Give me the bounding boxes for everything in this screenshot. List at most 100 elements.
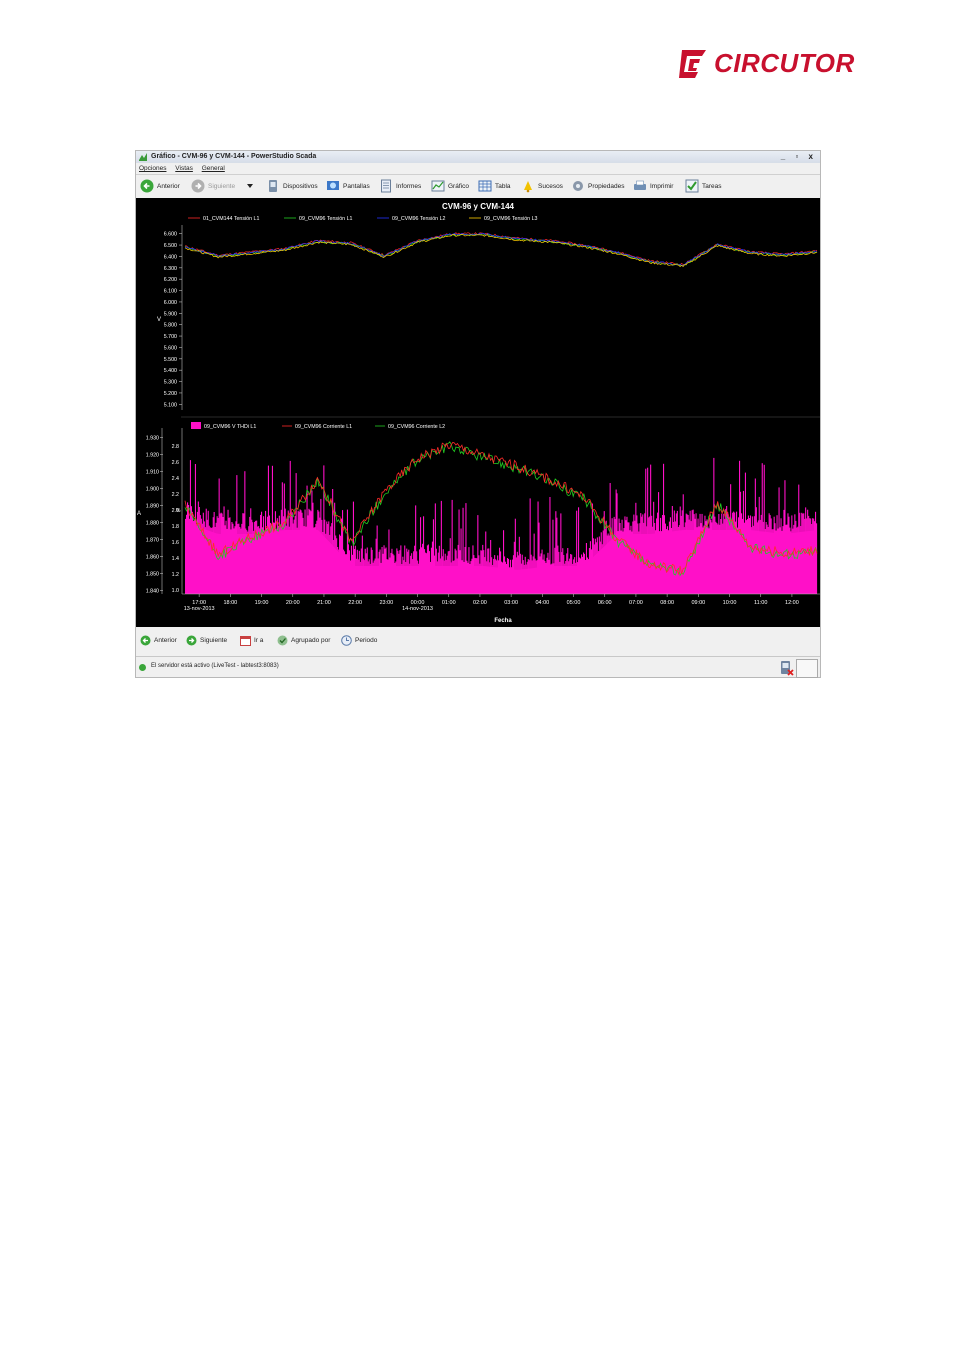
minimize-button[interactable]: _	[781, 152, 789, 161]
disconnect-icon[interactable]	[778, 659, 794, 676]
time-x-axis: 17:00 18:00 19:00 20:00 21:00 22:00 23:00 00:00…	[184, 594, 799, 612]
x-tick-label: 22:00	[348, 600, 362, 606]
thd-y-label: %	[176, 508, 181, 514]
back-arrow-icon	[140, 179, 154, 193]
thd-y-tick-label: 2.2	[172, 492, 179, 498]
properties-button[interactable]: Propiedades	[571, 178, 625, 194]
legend-entry-label: 09_CVM96 Corriente L2	[388, 424, 445, 430]
voltage-y-tick-label: 6.400	[164, 254, 177, 260]
status-panel	[796, 659, 818, 678]
thd-y-tick-label: 2.8	[172, 444, 179, 450]
legend-bottom: 09_CVM96 V THDi L1 09_CVM96 Corriente L1 0…	[191, 422, 445, 430]
screens-label: Pantallas	[343, 182, 370, 190]
voltage-y-tick-label: 5.800	[164, 323, 177, 329]
devices-label: Dispositivos	[283, 182, 318, 190]
next-button[interactable]: Siguiente	[191, 178, 235, 194]
chart-button[interactable]: Gráfico	[431, 178, 469, 194]
thd-y-tick-label: 2.6	[172, 460, 179, 466]
nav-dropdown-button[interactable]	[246, 178, 254, 194]
app-icon	[139, 153, 147, 161]
circutor-logo-text: CIRCUTOR	[714, 48, 855, 78]
x-tick-label: 05:00	[567, 600, 581, 606]
voltage-y-tick-label: 6.100	[164, 289, 177, 295]
current-y-tick-label: 1.900	[146, 486, 159, 492]
x-tick-label: 20:00	[286, 600, 300, 606]
menu-general[interactable]: General	[202, 165, 225, 172]
goto-button[interactable]: Ir a	[240, 635, 263, 646]
screens-button[interactable]: Pantallas	[326, 178, 370, 194]
voltage-y-tick-label: 5.100	[164, 402, 177, 408]
window-title: Gráfico - CVM-96 y CVM-144 - PowerStudio…	[151, 153, 317, 160]
legend-entry-label: 09_CVM96 Tensión L1	[299, 216, 353, 222]
thd-y-tick-label: 1.2	[172, 572, 179, 578]
current-y-tick-label: 1.870	[146, 538, 159, 544]
thd-y-tick-label: 1.6	[172, 540, 179, 546]
thd-y-tick-label: 2.4	[172, 476, 179, 482]
gear-icon	[573, 181, 583, 191]
voltage-y-tick-label: 6.200	[164, 277, 177, 283]
report-icon	[381, 179, 391, 193]
table-button[interactable]: Tabla	[478, 178, 511, 194]
title-bar: Gráfico - CVM-96 y CVM-144 - PowerStudio…	[136, 151, 820, 163]
current-y-label: A	[137, 511, 141, 517]
goto-label: Ir a	[254, 637, 264, 644]
circutor-logo-mark	[679, 50, 706, 78]
x-date-label: 14-nov-2013	[402, 606, 433, 612]
events-button[interactable]: Sucesos	[521, 178, 563, 194]
menu-vistas[interactable]: Vistas	[175, 165, 193, 172]
bottom-back-button[interactable]: Anterior	[140, 635, 177, 646]
legend-entry-label: 09_CVM96 Tensión L3	[484, 216, 538, 222]
table-label: Tabla	[495, 182, 511, 190]
device-icon	[269, 180, 277, 192]
devices-button[interactable]: Dispositivos	[266, 178, 318, 194]
x-date-label: 13-nov-2013	[184, 606, 215, 612]
x-tick-label: 11:00	[754, 600, 767, 606]
calendar-icon	[240, 636, 251, 646]
chart-area: CVM-96 y CVM-144 01_CVM144 Tensión L1 09_…	[136, 198, 820, 627]
reports-button[interactable]: Informes	[379, 178, 421, 194]
close-button[interactable]: x	[809, 152, 817, 161]
voltage-axes: 6.600 6.500 6.400 6.300 6.200 6.100 6.000 5.900…	[164, 225, 183, 410]
voltage-y-tick-label: 5.600	[164, 345, 177, 351]
current-y-tick-label: 1.910	[146, 469, 159, 475]
legend-swatch	[191, 422, 201, 429]
voltage-y-label: V	[157, 317, 161, 323]
bottom-back-label: Anterior	[154, 637, 177, 644]
print-button[interactable]: Imprimir	[633, 178, 673, 194]
x-tick-label: 19:00	[255, 600, 269, 606]
x-tick-label: 07:00	[629, 600, 643, 606]
period-button[interactable]: Periodo	[341, 635, 377, 646]
voltage-series	[184, 232, 818, 267]
bottom-next-button[interactable]: Siguiente	[186, 635, 227, 646]
bottom-toolbar: Anterior Siguiente Ir a Agrupado por Per…	[136, 631, 820, 653]
chevron-down-icon	[247, 184, 253, 188]
group-by-label: Agrupado por	[291, 637, 331, 644]
x-tick-label: 21:00	[317, 600, 331, 606]
properties-label: Propiedades	[588, 182, 625, 190]
bottom-next-label: Siguiente	[200, 637, 228, 644]
legend-entry-label: 09_CVM96 Tensión L2	[392, 216, 446, 222]
x-tick-label: 04:00	[535, 600, 549, 606]
x-axis-label: Fecha	[494, 618, 512, 624]
thd-y-tick-label: 1.4	[172, 556, 179, 562]
x-tick-label: 18:00	[223, 600, 237, 606]
x-tick-label: 02:00	[473, 600, 487, 606]
back-button[interactable]: Anterior	[140, 178, 180, 194]
thd-y-tick-label: 1.8	[172, 524, 179, 530]
current-y-tick-label: 1.840	[146, 589, 159, 595]
period-label: Periodo	[355, 637, 378, 644]
menu-opciones[interactable]: Opciones	[139, 165, 166, 172]
tasks-button[interactable]: Tareas	[685, 178, 722, 194]
voltage-y-tick-label: 5.500	[164, 357, 177, 363]
current-y-tick-label: 1.850	[146, 572, 159, 578]
group-icon	[277, 635, 288, 646]
server-status-text: El servidor está activo (LiveTest - labt…	[151, 663, 279, 669]
thd-y-tick-label: 1.0	[172, 588, 179, 594]
current-y-tick-label: 1.880	[146, 521, 159, 527]
x-tick-label: 03:00	[504, 600, 518, 606]
restore-button[interactable]: ▫	[795, 152, 802, 161]
circutor-logo: CIRCUTOR	[676, 46, 854, 82]
x-tick-label: 06:00	[598, 600, 612, 606]
group-by-button[interactable]: Agrupado por	[277, 635, 330, 646]
next-arrow-icon	[191, 179, 205, 193]
